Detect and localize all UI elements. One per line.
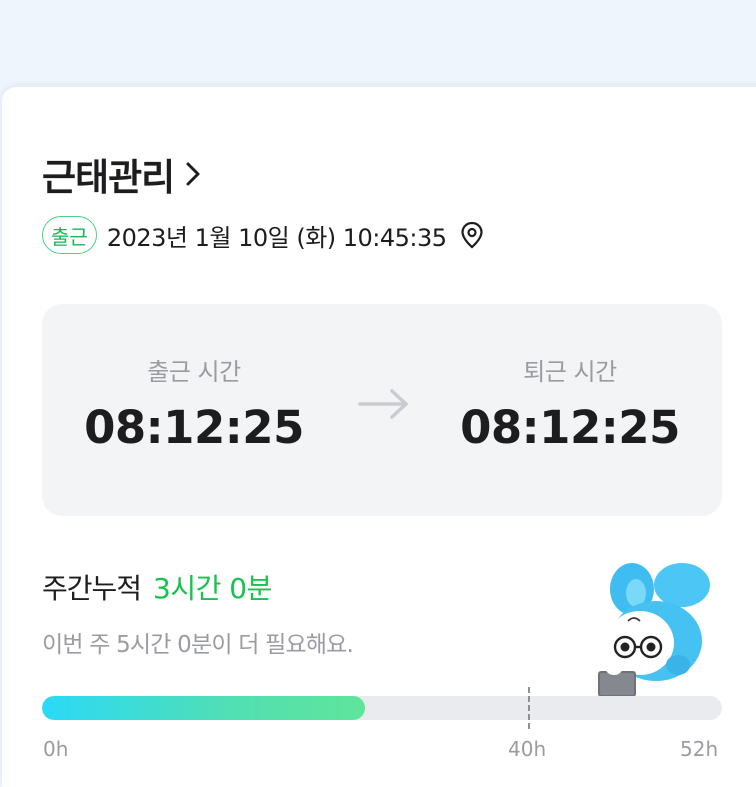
arrow-right-icon [358,388,410,424]
clock-in-time: 08:12:25 [84,401,304,454]
progress-tick-max: 52h [680,737,719,761]
weekly-progress-fill [42,696,365,720]
weekly-label: 주간누적 [42,572,142,605]
clock-in-datetime: 2023년 1월 10일 (화) 10:45:35 [106,223,447,252]
attendance-header-link[interactable]: 근태관리 [42,147,202,201]
clock-in-block: 출근 시간 08:12:25 [64,352,324,454]
clock-in-label: 출근 시간 [147,358,241,386]
chevron-right-icon [184,159,202,189]
location-pin-icon[interactable] [459,221,485,249]
remaining-hours-text: 이번 주 5시간 0분이 더 필요해요. [42,632,354,658]
progress-tick-start: 0h [43,737,69,761]
rabbit-mascot-illustration [592,555,722,701]
clock-out-block: 퇴근 시간 08:12:25 [440,352,700,454]
status-badge: 출근 [42,216,97,254]
weekly-value: 3시간 0분 [153,572,272,605]
clock-out-label: 퇴근 시간 [523,358,617,386]
attendance-card: 근태관리 출근 2023년 1월 10일 (화) 10:45:35 출근 시간 … [2,87,756,787]
status-row: 출근 2023년 1월 10일 (화) 10:45:35 [42,216,485,254]
clock-out-time: 08:12:25 [460,401,680,454]
weekly-progress-bar [42,696,722,720]
time-summary-box: 출근 시간 08:12:25 퇴근 시간 08:12:25 [42,304,722,516]
target-hours-marker [528,687,530,729]
progress-tick-target: 40h [508,737,547,761]
attendance-title: 근태관리 [42,156,175,199]
weekly-summary: 주간누적 3시간 0분 [42,567,272,607]
